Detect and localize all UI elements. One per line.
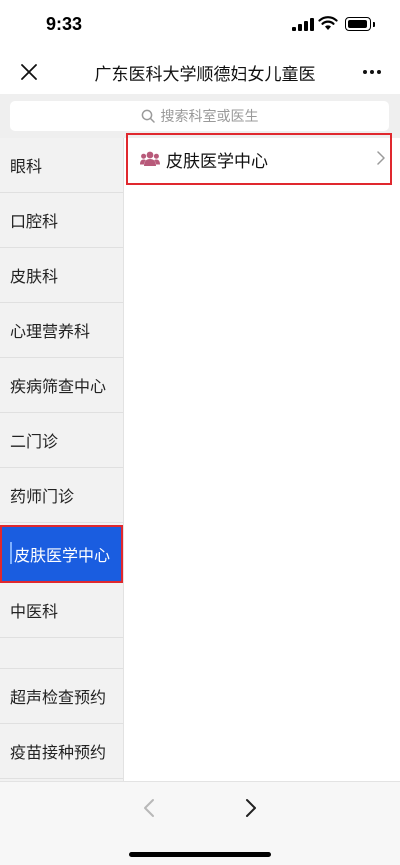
sidebar-item-label: 二门诊 <box>10 432 59 451</box>
more-dot-icon <box>363 70 367 74</box>
home-indicator[interactable] <box>129 852 271 857</box>
cellular-signal-icon <box>292 18 314 31</box>
wifi-icon <box>318 16 338 30</box>
sidebar-item-pharmacist-clinic[interactable]: 药师门诊 <box>0 468 123 523</box>
chevron-right-icon <box>246 799 256 817</box>
sidebar-item-label: 眼科 <box>10 157 43 176</box>
sidebar-item-label: 皮肤医学中心 <box>14 546 111 565</box>
sidebar-item-screening-center[interactable]: 疾病筛查中心 <box>0 358 123 413</box>
sidebar-item-stomatology[interactable]: 口腔科 <box>0 193 123 248</box>
sidebar-item-dermatology[interactable]: 皮肤科 <box>0 248 123 303</box>
sidebar-item-dermatology-center[interactable]: 皮肤医学中心 <box>0 525 123 583</box>
more-dot-icon <box>370 70 374 74</box>
chevron-right-icon <box>377 151 385 165</box>
department-list: 皮肤医学中心 <box>124 133 400 781</box>
sidebar-item-label: 超声检查预约 <box>10 688 107 707</box>
page-title: 广东医科大学顺德妇女儿童医 <box>94 65 316 85</box>
more-dot-icon <box>377 70 381 74</box>
back-button[interactable] <box>138 795 160 821</box>
search-input[interactable]: 搜索科室或医生 <box>10 101 389 131</box>
sidebar-item-vaccination[interactable]: 疫苗接种预约 <box>0 724 123 779</box>
group-icon <box>140 151 160 166</box>
status-time: 9:33 <box>46 14 83 34</box>
forward-button[interactable] <box>240 795 262 821</box>
chevron-left-icon <box>144 799 154 817</box>
more-options-button[interactable] <box>357 58 387 86</box>
status-bar: 9:33 <box>0 0 400 50</box>
department-item[interactable]: 皮肤医学中心 <box>126 133 392 185</box>
department-sidebar: 眼科 口腔科 皮肤科 心理营养科 疾病筛查中心 二门诊 药师门诊 皮肤医学中心 … <box>0 138 124 781</box>
sidebar-item-psych-nutrition[interactable]: 心理营养科 <box>0 303 123 358</box>
search-bar: 搜索科室或医生 <box>0 94 400 138</box>
sidebar-item-tcm[interactable]: 中医科 <box>0 583 123 638</box>
active-indicator <box>10 542 12 564</box>
sidebar-item-ultrasound[interactable]: 超声检查预约 <box>0 669 123 724</box>
main-panel: 眼科 口腔科 皮肤科 心理营养科 疾病筛查中心 二门诊 药师门诊 皮肤医学中心 … <box>0 133 400 781</box>
sidebar-item-label: 疾病筛查中心 <box>10 377 107 396</box>
bottom-toolbar <box>0 781 400 865</box>
sidebar-item-label: 药师门诊 <box>10 487 75 506</box>
close-button[interactable] <box>14 58 44 86</box>
nav-bar: 广东医科大学顺德妇女儿童医 <box>0 50 400 94</box>
search-placeholder: 搜索科室或医生 <box>160 109 259 125</box>
department-label: 皮肤医学中心 <box>166 151 268 172</box>
sidebar-item-label: 疫苗接种预约 <box>10 743 107 762</box>
sidebar-item-label: 口腔科 <box>10 212 59 231</box>
sidebar-item-label: 中医科 <box>10 602 59 621</box>
sidebar-item-label: 心理营养科 <box>10 322 91 341</box>
sidebar-item-empty[interactable] <box>0 638 123 669</box>
sidebar-item-label: 皮肤科 <box>10 267 59 286</box>
sidebar-item-second-clinic[interactable]: 二门诊 <box>0 413 123 468</box>
sidebar-item-ophthalmology[interactable]: 眼科 <box>0 138 123 193</box>
close-icon <box>21 64 37 80</box>
search-icon <box>141 109 155 123</box>
battery-icon <box>345 17 375 31</box>
